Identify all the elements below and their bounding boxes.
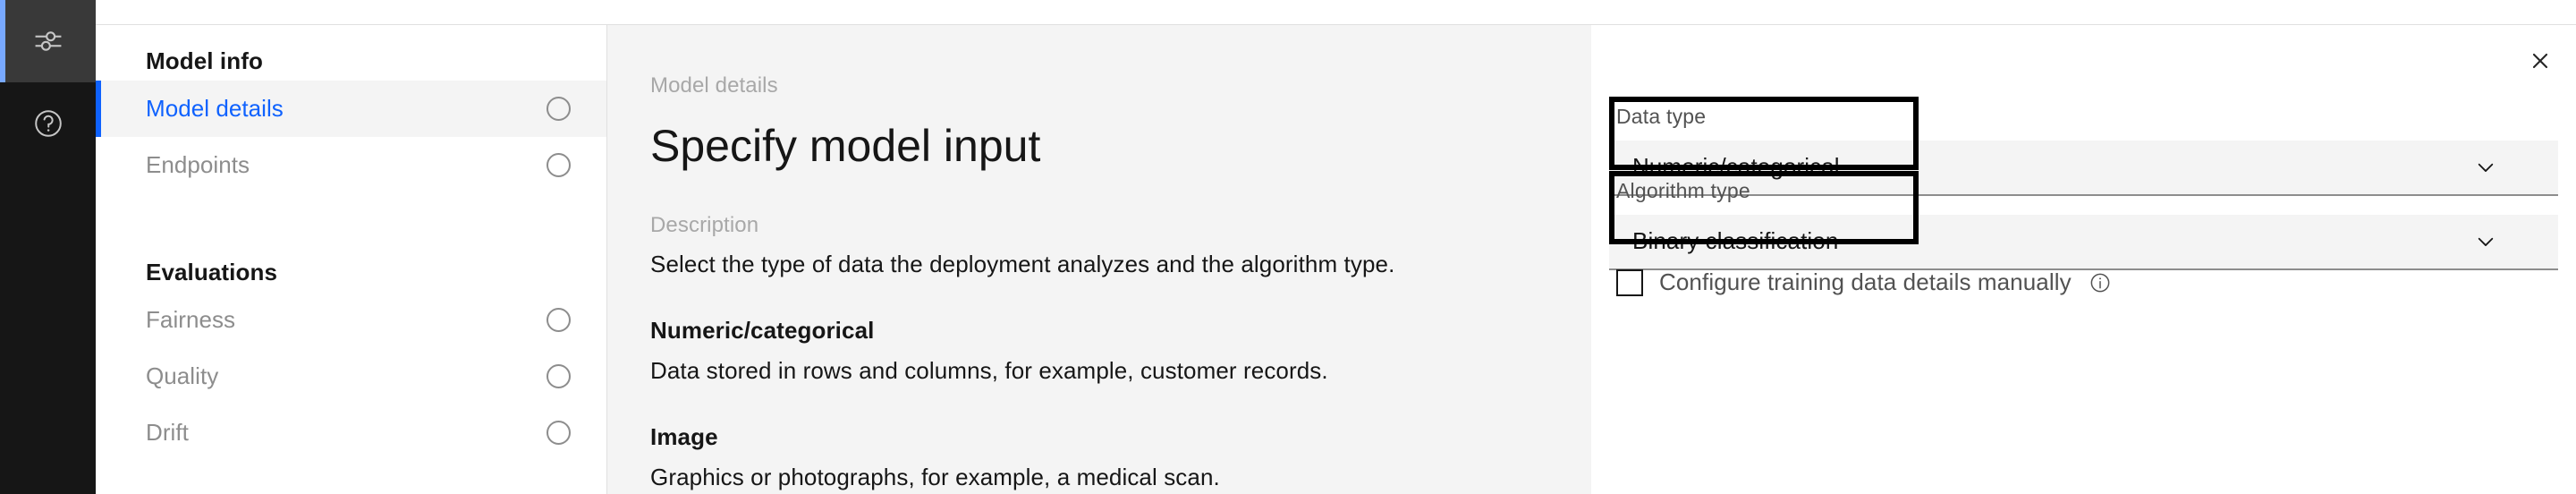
sidebar-item-label: Quality: [146, 362, 219, 389]
section-text-numeric-categorical: Data stored in rows and columns, for exa…: [650, 356, 1328, 384]
select-value-data-type: Numeric/categorical: [1632, 153, 1840, 181]
select-algorithm-type[interactable]: Binary classification: [1609, 214, 2558, 270]
breadcrumb: Model details: [650, 73, 778, 98]
sidebar-item-label: Fairness: [146, 306, 236, 333]
field-label-data-type: Data type: [1616, 105, 1707, 128]
description-label: Description: [650, 212, 759, 237]
help-icon: [30, 105, 67, 142]
form-panel: Data type Numeric/categorical Algorithm …: [1591, 24, 2576, 494]
chevron-down-icon[interactable]: [2474, 230, 2497, 253]
sidebar-group-title-evaluations: Evaluations: [146, 259, 278, 285]
chevron-down-icon[interactable]: [2474, 156, 2497, 179]
section-heading-numeric-categorical: Numeric/categorical: [650, 316, 875, 344]
status-circle-icon: [547, 364, 571, 388]
sidebar-item-drift[interactable]: Drift: [96, 405, 606, 461]
sidebar-item-label: Endpoints: [146, 151, 250, 178]
status-circle-icon: [547, 97, 571, 121]
sidebar-group-title-model-info: Model info: [146, 47, 263, 74]
configure-training-data-row: Configure training data details manually: [1609, 268, 2113, 296]
top-header-strip: [96, 0, 2576, 24]
close-button[interactable]: [2512, 32, 2569, 89]
rail-item-settings[interactable]: [0, 0, 96, 82]
status-circle-icon: [547, 153, 571, 177]
description-panel: Model details Specify model input Descri…: [607, 24, 1591, 494]
information-icon[interactable]: [2088, 270, 2113, 295]
sidebar-item-label: Drift: [146, 419, 189, 446]
settings-sliders-icon: [30, 22, 67, 60]
sidebar-item-fairness[interactable]: Fairness: [96, 292, 606, 348]
rail-item-help[interactable]: [0, 82, 96, 165]
field-algorithm-type: Algorithm type Binary classification: [1609, 178, 2558, 270]
configure-training-data-checkbox[interactable]: [1616, 268, 1643, 296]
configure-training-data-label: Configure training data details manually: [1659, 268, 2072, 295]
sidebar-item-quality[interactable]: Quality: [96, 348, 606, 405]
status-circle-icon: [547, 421, 571, 445]
sidebar-nav: Model info Model details Endpoints Evalu…: [96, 24, 607, 494]
description-text: Select the type of data the deployment a…: [650, 250, 1395, 277]
sidebar-group-spacer: [96, 193, 606, 236]
left-icon-rail: [0, 0, 96, 494]
select-value-algorithm-type: Binary classification: [1632, 227, 1839, 255]
close-icon: [2528, 48, 2553, 73]
section-text-image: Graphics or photographs, for example, a …: [650, 463, 1220, 490]
section-heading-image: Image: [650, 422, 718, 450]
field-label-algorithm-type: Algorithm type: [1616, 179, 1750, 202]
sidebar-item-endpoints[interactable]: Endpoints: [96, 137, 606, 193]
sidebar-item-model-details[interactable]: Model details: [96, 81, 606, 137]
page-title: Specify model input: [650, 120, 1041, 171]
status-circle-icon: [547, 308, 571, 332]
app-window: Model info Model details Endpoints Evalu…: [0, 0, 2576, 494]
sidebar-item-label: Model details: [146, 95, 284, 122]
